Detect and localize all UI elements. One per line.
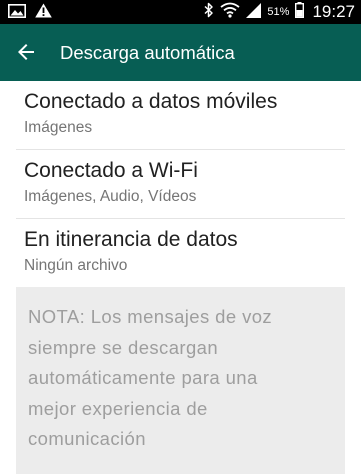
setting-summary: Imágenes <box>24 119 93 136</box>
voice-message-note: NOTA: Los mensajes de voz siempre se des… <box>16 287 345 474</box>
wifi-icon <box>220 2 240 22</box>
setting-roaming[interactable]: En itinerancia de datos Ningún archivo <box>0 219 361 287</box>
app-bar: Descarga automática <box>0 24 361 81</box>
setting-summary: Ningún archivo <box>24 257 128 274</box>
system-icons: 51% 19:27 <box>204 0 355 24</box>
setting-title: Conectado a Wi-Fi <box>24 159 198 182</box>
setting-summary: Imágenes, Audio, Vídeos <box>24 188 197 205</box>
signal-icon <box>246 2 262 22</box>
note-text: NOTA: Los mensajes de voz siempre se des… <box>28 302 328 455</box>
status-bar: 51% 19:27 <box>0 0 361 24</box>
note-line: NOTA: Los mensajes de voz <box>28 306 273 327</box>
page-title: Descarga automática <box>60 42 235 63</box>
warning-icon <box>35 3 52 22</box>
setting-title: Conectado a datos móviles <box>24 90 278 113</box>
note-line: mejor experiencia de <box>28 397 208 419</box>
battery-icon <box>295 2 305 22</box>
image-icon <box>8 3 26 22</box>
battery-percent: 51% <box>267 6 290 18</box>
arrow-back-icon <box>14 44 38 68</box>
note-line: automáticamente para una <box>28 367 258 388</box>
back-button[interactable] <box>14 40 38 64</box>
bluetooth-icon <box>204 2 214 22</box>
setting-title: En itinerancia de datos <box>24 228 238 251</box>
screen: 51% 19:27 Descarga automática Conectado … <box>0 0 361 474</box>
note-line: siempre se descargan <box>28 336 219 358</box>
setting-mobile-data[interactable]: Conectado a datos móviles Imágenes <box>0 81 361 149</box>
notification-icons <box>8 3 52 22</box>
clock: 19:27 <box>312 2 355 21</box>
note-line: comunicación <box>28 428 146 449</box>
setting-wifi[interactable]: Conectado a Wi-Fi Imágenes, Audio, Vídeo… <box>0 150 361 218</box>
